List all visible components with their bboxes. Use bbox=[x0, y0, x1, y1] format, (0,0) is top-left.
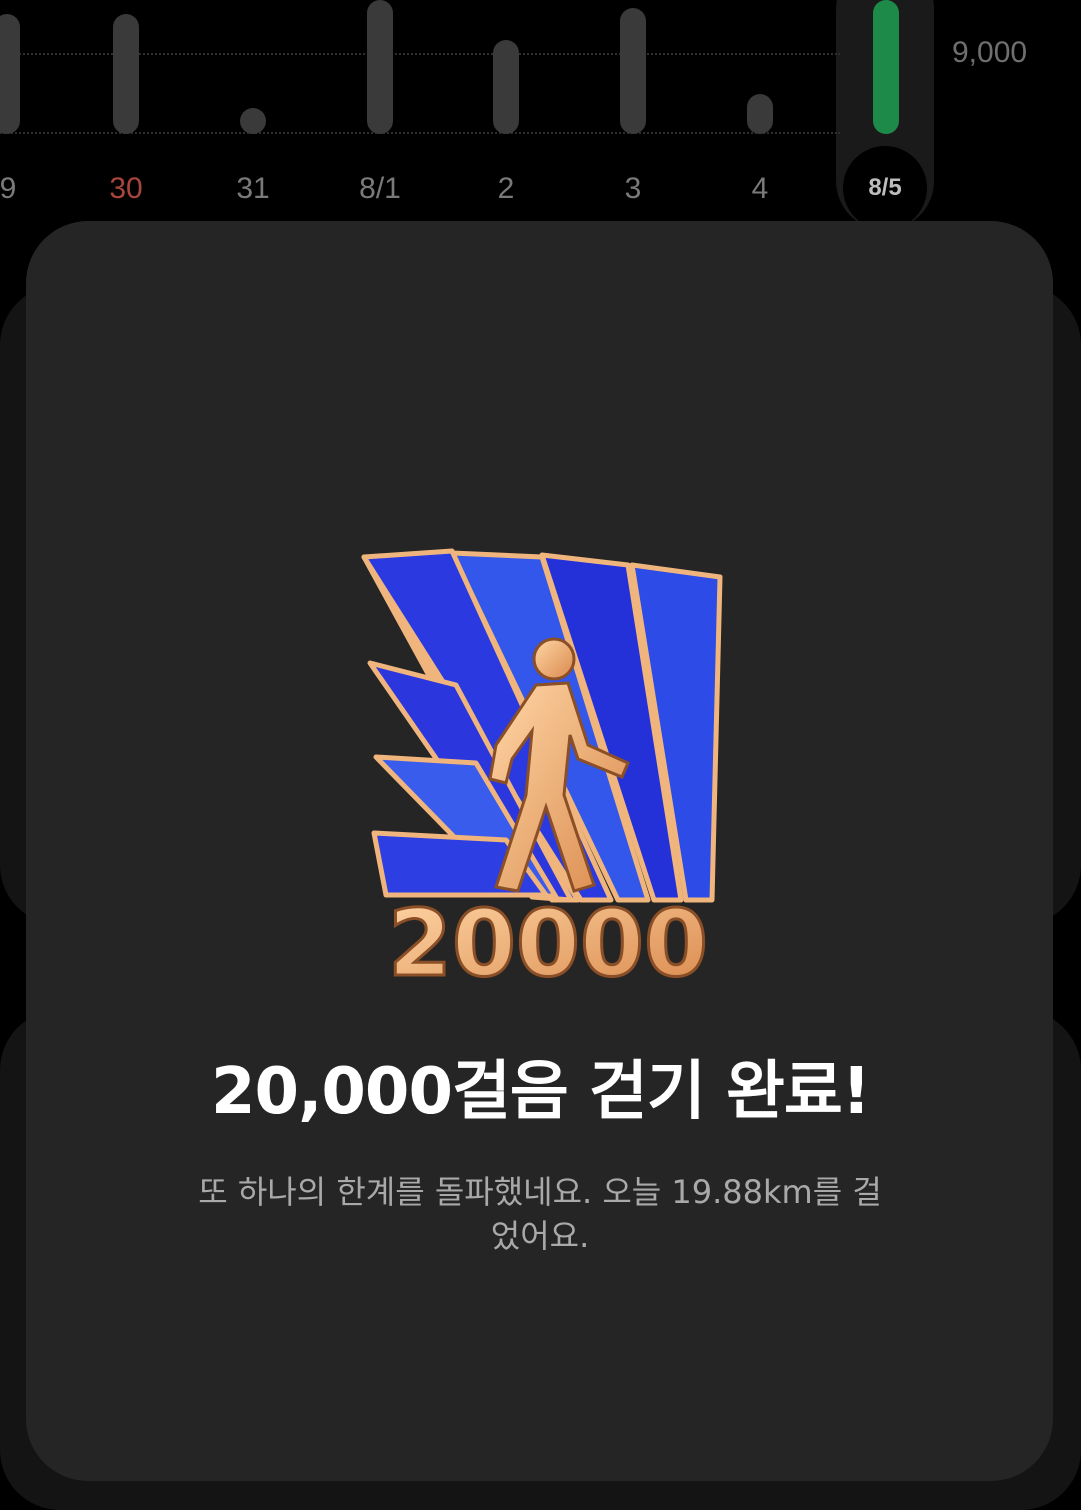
day-bar[interactable] bbox=[493, 40, 519, 134]
today-bar[interactable] bbox=[873, 0, 899, 134]
day-label[interactable]: 2 bbox=[466, 172, 546, 206]
day-bar[interactable] bbox=[113, 14, 139, 134]
badge-number: 20000 bbox=[388, 890, 708, 995]
daily-steps-chart: 9,000 9 30 31 8/1 2 3 4 8/5 bbox=[0, 0, 1081, 230]
day-bar[interactable] bbox=[620, 8, 646, 134]
day-label[interactable]: 31 bbox=[213, 172, 293, 206]
day-bar[interactable] bbox=[367, 0, 393, 134]
day-label[interactable]: 9 bbox=[0, 172, 48, 206]
today-date-label: 8/5 bbox=[868, 174, 902, 201]
day-label[interactable]: 30 bbox=[86, 172, 166, 206]
day-bar[interactable] bbox=[747, 94, 773, 134]
day-label[interactable]: 8/1 bbox=[340, 172, 420, 206]
achievement-title: 20,000걸음 걷기 완료! bbox=[211, 1055, 871, 1129]
day-label[interactable]: 4 bbox=[720, 172, 800, 206]
today-date-marker[interactable]: 8/5 bbox=[843, 146, 927, 230]
walking-20000-badge-icon: 20000 bbox=[361, 548, 723, 995]
day-bar[interactable] bbox=[0, 14, 20, 134]
achievement-message: 또 하나의 한계를 돌파했네요. 오늘 19.88km를 걸었어요. bbox=[198, 1173, 882, 1255]
day-label[interactable]: 3 bbox=[593, 172, 673, 206]
goal-label: 9,000 bbox=[952, 36, 1028, 69]
day-bar[interactable] bbox=[240, 108, 266, 134]
